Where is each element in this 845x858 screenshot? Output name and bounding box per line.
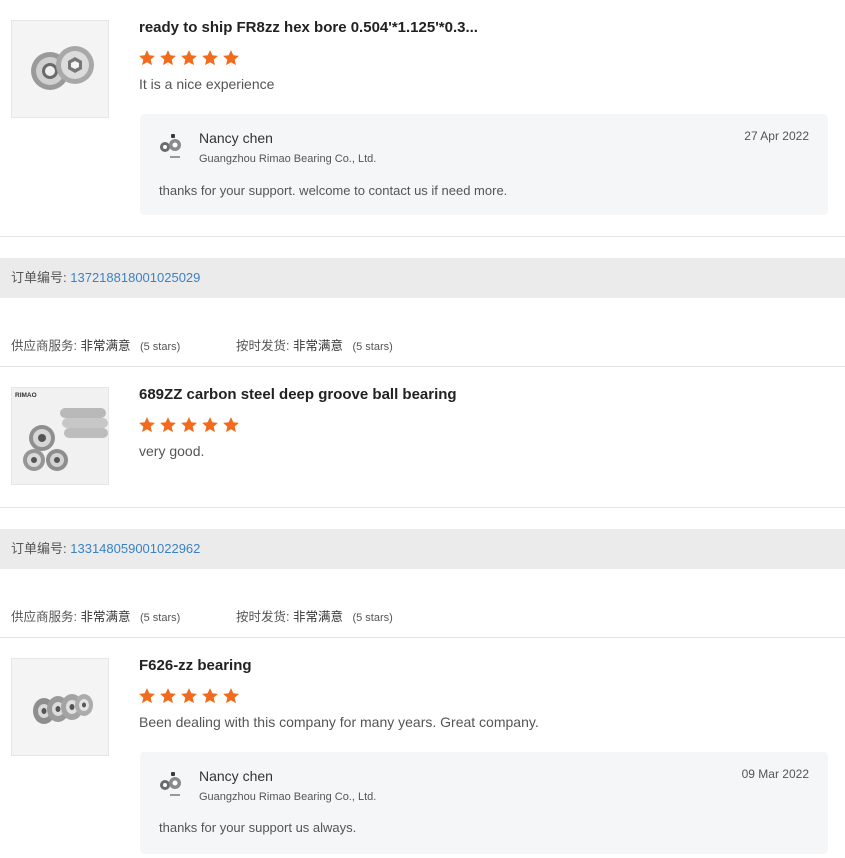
rating-stars xyxy=(138,416,240,434)
star-icon xyxy=(201,49,219,67)
order-number-row: 订单编号: 137218818001025029 xyxy=(11,258,200,298)
ontime-value: 非常满意 xyxy=(292,610,343,624)
product-thumbnail[interactable]: RIMAO xyxy=(11,387,109,485)
order-header: 订单编号: 133148059001022962 xyxy=(0,529,845,569)
product-title[interactable]: ready to ship FR8zz hex bore 0.504'*1.12… xyxy=(139,19,478,36)
thumb-brand-text: RIMAO xyxy=(15,392,37,399)
order-number-link[interactable]: 133148059001022962 xyxy=(70,541,200,556)
product-thumbnail[interactable] xyxy=(11,20,109,118)
ontime-label: 按时发货: xyxy=(236,610,290,624)
star-icon xyxy=(180,49,198,67)
reply-author-name: Nancy chen xyxy=(199,130,273,146)
order-number-label: 订单编号: xyxy=(11,541,67,556)
supplier-logo-icon xyxy=(158,132,188,162)
rating-stars xyxy=(138,49,240,67)
order-number-link[interactable]: 137218818001025029 xyxy=(70,270,200,285)
review-item: ready to ship FR8zz hex bore 0.504'*1.12… xyxy=(0,0,845,236)
review-item: F626-zz bearing Been dealing with this c… xyxy=(0,637,845,858)
product-title[interactable]: F626-zz bearing xyxy=(139,657,252,674)
supplier-service-label: 供应商服务: xyxy=(11,339,77,353)
reply-company: Guangzhou Rimao Bearing Co., Ltd. xyxy=(199,791,377,803)
bearing-image-icon xyxy=(12,659,108,755)
supplier-service-value: 非常满意 xyxy=(80,610,131,624)
supplier-reply: Nancy chen Guangzhou Rimao Bearing Co., … xyxy=(140,114,828,215)
star-icon xyxy=(222,416,240,434)
star-icon xyxy=(138,687,156,705)
reply-date: 27 Apr 2022 xyxy=(744,129,809,143)
reply-text: thanks for your support. welcome to cont… xyxy=(159,183,508,198)
supplier-logo-icon xyxy=(158,770,188,800)
product-thumbnail[interactable] xyxy=(11,658,109,756)
bearing-image-icon: RIMAO xyxy=(12,388,108,484)
order-number-label: 订单编号: xyxy=(11,270,67,285)
ontime-stars: (5 stars) xyxy=(352,341,393,353)
supplier-reply: Nancy chen Guangzhou Rimao Bearing Co., … xyxy=(140,752,828,854)
star-icon xyxy=(138,49,156,67)
divider xyxy=(0,236,845,237)
star-icon xyxy=(159,416,177,434)
ontime-stars: (5 stars) xyxy=(352,612,393,624)
star-icon xyxy=(138,416,156,434)
review-comment: Been dealing with this company for many … xyxy=(139,714,539,730)
order-header: 订单编号: 137218818001025029 xyxy=(0,258,845,298)
order-ratings: 供应商服务: 非常满意 (5 stars) 按时发货: 非常满意 (5 star… xyxy=(11,335,393,354)
reply-text: thanks for your support us always. xyxy=(159,820,357,835)
star-icon xyxy=(222,687,240,705)
star-icon xyxy=(201,416,219,434)
ontime-rating: 按时发货: 非常满意 (5 stars) xyxy=(236,335,393,354)
ontime-value: 非常满意 xyxy=(292,339,343,353)
reply-company: Guangzhou Rimao Bearing Co., Ltd. xyxy=(199,153,377,165)
ontime-label: 按时发货: xyxy=(236,339,290,353)
star-icon xyxy=(222,49,240,67)
bearing-image-icon xyxy=(12,21,108,117)
review-comment: very good. xyxy=(139,443,205,459)
star-icon xyxy=(180,416,198,434)
order-ratings: 供应商服务: 非常满意 (5 stars) 按时发货: 非常满意 (5 star… xyxy=(11,606,393,625)
supplier-service-value: 非常满意 xyxy=(80,339,131,353)
star-icon xyxy=(159,49,177,67)
review-comment: It is a nice experience xyxy=(139,76,275,92)
reply-author-name: Nancy chen xyxy=(199,768,273,784)
order-number-row: 订单编号: 133148059001022962 xyxy=(11,529,200,569)
supplier-service-stars: (5 stars) xyxy=(139,341,181,353)
star-icon xyxy=(159,687,177,705)
review-item: RIMAO 689ZZ carbon steel deep groove bal… xyxy=(0,366,845,506)
reply-date: 09 Mar 2022 xyxy=(741,767,809,781)
supplier-service-label: 供应商服务: xyxy=(11,610,77,624)
supplier-service-stars: (5 stars) xyxy=(139,612,181,624)
star-icon xyxy=(180,687,198,705)
divider xyxy=(0,507,845,508)
product-title[interactable]: 689ZZ carbon steel deep groove ball bear… xyxy=(139,386,457,403)
rating-stars xyxy=(138,687,240,705)
ontime-rating: 按时发货: 非常满意 (5 stars) xyxy=(236,606,393,625)
star-icon xyxy=(201,687,219,705)
